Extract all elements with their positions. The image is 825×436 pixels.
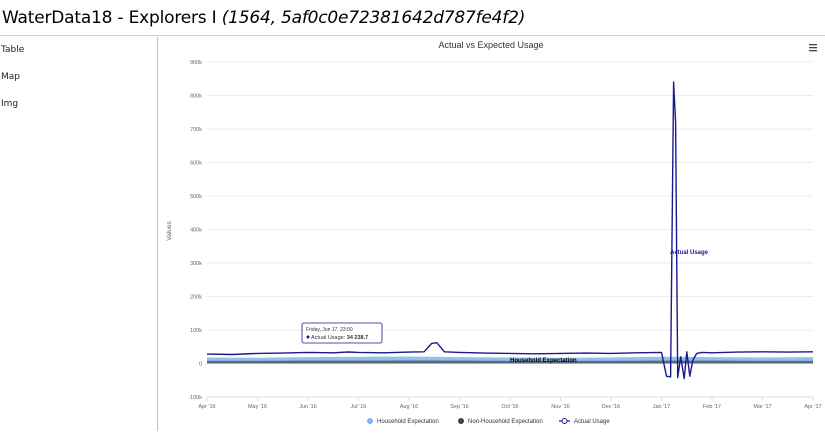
y-tick-label: 700k [190,127,202,133]
legend-non-household-marker [458,418,464,424]
x-tick-label: Jul '16 [351,404,367,410]
tooltip-value: 34 238.7 [347,335,368,341]
x-tick-label: Jun '16 [299,404,317,410]
grid-layer [207,61,813,398]
chart-title: Actual vs Expected Usage [438,40,543,50]
record-identifier: (1564, 5af0c0e72381642d787fe4f2) [221,8,526,28]
chart-container: Actual vs Expected Usage -100k 0 100k 200k 3… [159,37,825,431]
household-expectation-annotation: Household Expectation [510,358,577,364]
actual-usage-annotation: Actual Usage [670,250,709,256]
legend-actual-label: Actual Usage [574,419,610,425]
y-tick-label: 100k [190,328,202,334]
legend-item-non-household[interactable]: Non-Household Expectation [458,418,543,425]
x-tick-label: Sep '16 [450,404,468,410]
hamburger-menu-icon[interactable] [805,41,819,53]
x-tick-label: Aug '16 [400,404,418,410]
x-tick-label: Dec '16 [602,404,620,410]
y-tick-label: 600k [190,161,202,167]
usage-chart: Actual vs Expected Usage -100k 0 100k 200k 3… [166,40,822,425]
chart-tooltip: Friday, Jun 17, 23:00 Actual Usage: 34 2… [301,322,383,344]
sidebar-item-map[interactable]: Map [1,72,20,82]
app-title: WaterData18 - Explorers I [2,8,217,28]
y-axis-title: Values [166,221,173,241]
actual-usage-line [206,81,814,380]
legend-item-household[interactable]: Household Expectation [367,418,439,425]
series-layer [206,81,814,380]
y-tick-label: 0 [199,362,202,368]
x-tick-label: Nov '16 [551,404,569,410]
x-tick-label: May '16 [248,404,267,410]
chart-legend: Household Expectation Non-Household Expe… [367,418,610,425]
y-tick-label: 500k [190,194,202,200]
y-tick-label: 900k [190,60,202,66]
sidebar-item-img[interactable]: Img [1,99,18,109]
x-tick-label: Mar '17 [753,404,771,410]
tooltip-series-label: Actual Usage: 34 238.7 [311,335,368,341]
legend-household-label: Household Expectation [377,419,439,425]
tooltip-series-marker [306,335,310,339]
y-tick-label: 300k [190,261,202,267]
y-tick-label: -100k [188,395,202,401]
y-tick-label: 400k [190,228,202,234]
x-tick-label: Apr '17 [804,404,821,410]
x-tick-label: Apr '16 [198,404,215,410]
tooltip-date: Friday, Jun 17, 23:00 [306,327,353,333]
x-tick-label: Feb '17 [703,404,721,410]
sidebar-nav: Table Map Img [0,37,158,431]
sidebar-item-table[interactable]: Table [1,45,24,55]
legend-non-household-label: Non-Household Expectation [468,419,543,425]
page-title: WaterData18 - Explorers I (1564, 5af0c0e… [2,8,525,28]
y-tick-label: 800k [190,94,202,100]
legend-actual-marker [561,418,568,424]
y-tick-label: 200k [190,295,202,301]
legend-item-actual-usage[interactable]: Actual Usage [559,418,610,426]
x-tick-label: Jan '17 [653,404,671,410]
x-tick-label: Oct '16 [501,404,518,410]
app-header: WaterData18 - Explorers I (1564, 5af0c0e… [0,0,825,36]
legend-household-marker [367,418,373,424]
